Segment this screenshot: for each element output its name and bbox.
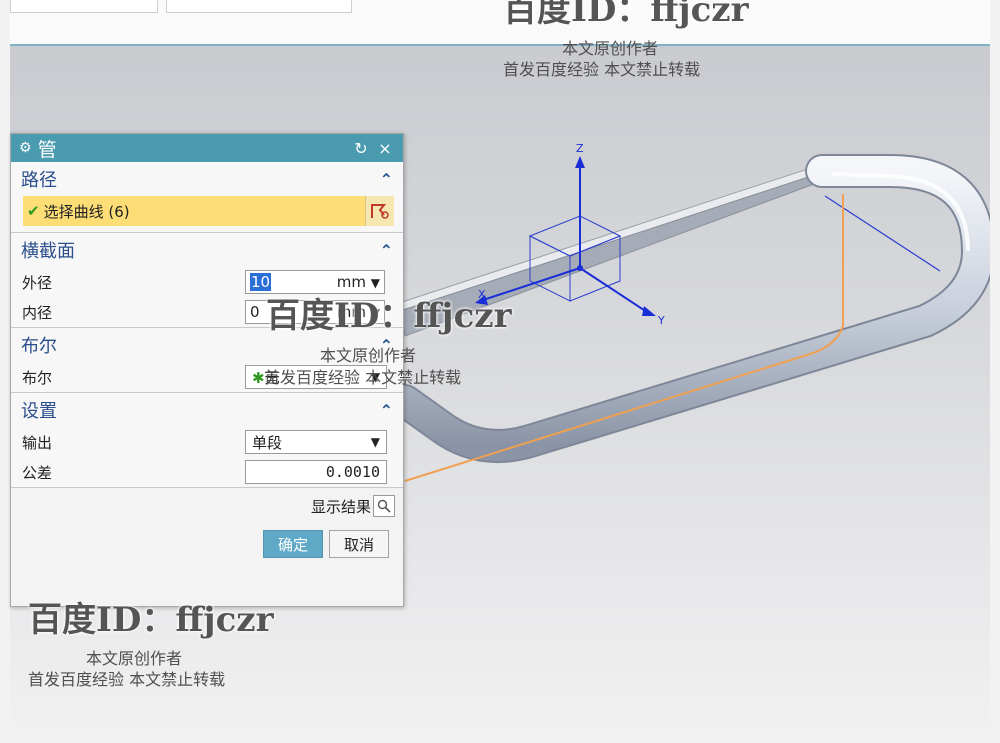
outer-diameter-label: 外径 xyxy=(22,273,53,292)
inner-diameter-label: 内径 xyxy=(22,303,53,322)
close-icon[interactable]: × xyxy=(375,139,395,158)
select-curve-label: 选择曲线 (6) xyxy=(43,202,130,221)
toolbar-field-right[interactable] xyxy=(166,0,352,13)
z-arrow xyxy=(575,156,585,168)
chevron-down-icon[interactable]: ▼ xyxy=(371,435,380,449)
dialog-buttons: 确定 取消 xyxy=(11,524,403,558)
show-result-button[interactable] xyxy=(373,495,395,517)
watermark-line1-mid: 本文原创作者 xyxy=(320,346,417,365)
output-select[interactable]: 单段 ▼ xyxy=(245,430,387,454)
boolean-label: 布尔 xyxy=(22,368,53,387)
watermark-id-top: 百度ID：ffjczr xyxy=(503,0,749,30)
tolerance-input[interactable]: 0.0010 xyxy=(245,460,387,484)
show-result-row: 显示结果 xyxy=(11,488,403,524)
collapse-caret-icon[interactable]: ⌃ xyxy=(380,401,393,420)
app-frame: Z Y X ⚙ 管 ↻ × 路径 ⌃ ✔ 选择曲线 (6) 横截面 ⌃ 外径 1… xyxy=(0,0,1000,743)
dialog-title: 管 xyxy=(37,138,57,161)
section-settings-header[interactable]: 设置 ⌃ xyxy=(11,393,403,427)
y-axis-label: Y xyxy=(657,314,665,327)
output-row: 输出 单段 ▼ xyxy=(11,427,403,457)
tolerance-row: 公差 0.0010 xyxy=(11,457,403,487)
section-settings: 设置 ⌃ 输出 单段 ▼ 公差 0.0010 xyxy=(11,393,403,488)
y-arrow xyxy=(642,306,656,316)
watermark-line2-top: 首发百度经验 本文禁止转载 xyxy=(503,60,701,79)
inner-diameter-value: 0 xyxy=(250,303,260,321)
watermark-line2-mid: 首发百度经验 本文禁止转载 xyxy=(264,368,462,387)
output-value: 单段 xyxy=(252,433,283,452)
section-cross-header[interactable]: 横截面 ⌃ xyxy=(11,233,403,267)
y-axis xyxy=(579,267,651,315)
select-curve-row[interactable]: ✔ 选择曲线 (6) xyxy=(23,196,394,226)
toolbar-field-left[interactable] xyxy=(10,0,158,13)
curve-select-button[interactable] xyxy=(365,196,394,226)
watermark-line2-bottom: 首发百度经验 本文禁止转载 xyxy=(28,670,226,689)
section-settings-title: 设置 xyxy=(21,401,57,422)
magnifier-icon xyxy=(377,499,391,513)
dialog-title-bar[interactable]: ⚙ 管 ↻ × xyxy=(11,134,403,162)
ok-button[interactable]: 确定 xyxy=(262,530,323,558)
section-path: 路径 ⌃ ✔ 选择曲线 (6) xyxy=(11,162,403,233)
watermark-id-mid: 百度ID：ffjczr xyxy=(266,296,512,336)
boolean-none-icon: ✱ xyxy=(252,368,265,387)
output-label: 输出 xyxy=(22,433,53,452)
section-boolean-title: 布尔 xyxy=(21,336,57,357)
z-axis-label: Z xyxy=(576,142,584,155)
watermark-id-bottom: 百度ID：ffjczr xyxy=(28,600,274,640)
show-result-label: 显示结果 xyxy=(310,497,371,516)
csys-origin xyxy=(577,265,583,271)
collapse-caret-icon[interactable]: ⌃ xyxy=(380,241,393,260)
section-path-header[interactable]: 路径 ⌃ xyxy=(11,162,403,196)
reset-icon[interactable]: ↻ xyxy=(351,139,371,158)
collapse-caret-icon[interactable]: ⌃ xyxy=(380,170,393,189)
section-path-title: 路径 xyxy=(21,170,57,191)
section-cross-title: 横截面 xyxy=(21,241,75,262)
top-toolbar xyxy=(10,0,990,46)
gear-icon: ⚙ xyxy=(19,140,32,156)
curve-flag-icon xyxy=(371,204,389,219)
tolerance-label: 公差 xyxy=(22,463,53,482)
checkmark-icon: ✔ xyxy=(27,202,40,220)
cancel-button[interactable]: 取消 xyxy=(328,530,389,558)
